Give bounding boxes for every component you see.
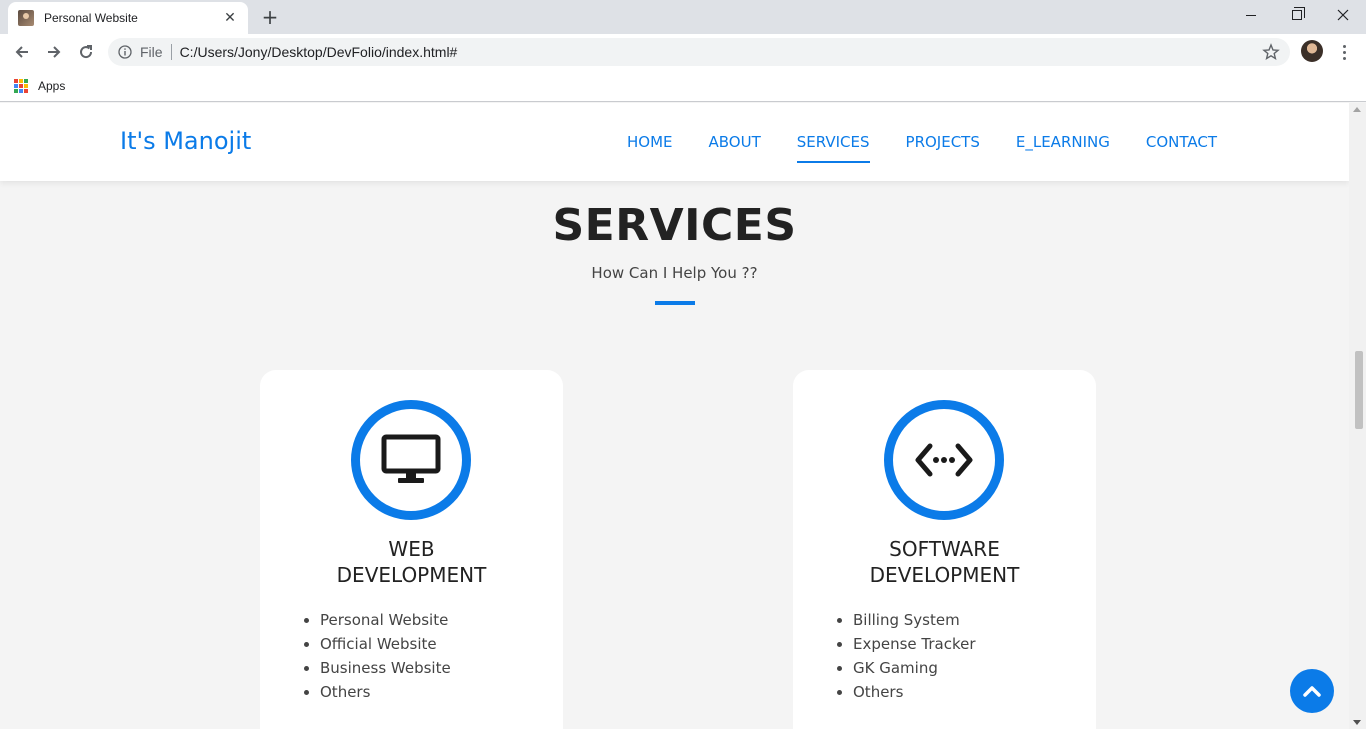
close-icon bbox=[1337, 9, 1349, 21]
list-item: Others bbox=[835, 680, 976, 704]
forward-button[interactable] bbox=[40, 38, 68, 66]
card-title-line2: DEVELOPMENT bbox=[869, 563, 1020, 587]
nav-projects[interactable]: PROJECTS bbox=[906, 133, 980, 157]
profile-avatar[interactable] bbox=[1301, 40, 1323, 62]
monitor-icon bbox=[381, 434, 441, 483]
info-icon[interactable] bbox=[118, 45, 132, 59]
site-header: It's Manojit HOME ABOUT SERVICES PROJECT… bbox=[0, 103, 1349, 181]
site-brand[interactable]: It's Manojit bbox=[120, 127, 251, 155]
service-card-web-development: WEB DEVELOPMENT Personal Website Officia… bbox=[260, 370, 563, 729]
nav-about[interactable]: ABOUT bbox=[709, 133, 761, 157]
reload-icon bbox=[80, 45, 93, 59]
bookmark-star-icon[interactable] bbox=[1262, 43, 1280, 61]
card-title-line2: DEVELOPMENT bbox=[336, 563, 487, 587]
window-close-button[interactable] bbox=[1320, 0, 1366, 30]
page-viewport: It's Manojit HOME ABOUT SERVICES PROJECT… bbox=[0, 103, 1349, 729]
omnibox-divider bbox=[170, 44, 172, 60]
nav-e-learning[interactable]: E_LEARNING bbox=[1016, 133, 1110, 157]
service-list: Billing System Expense Tracker GK Gaming… bbox=[835, 608, 976, 704]
list-item: Expense Tracker bbox=[835, 632, 976, 656]
list-item: Official Website bbox=[302, 632, 451, 656]
browser-toolbar: File C:/Users/Jony/Desktop/DevFolio/inde… bbox=[0, 34, 1366, 70]
list-item: Business Website bbox=[302, 656, 451, 680]
nav-contact[interactable]: CONTACT bbox=[1146, 133, 1217, 157]
tab-close-icon[interactable]: ✕ bbox=[222, 10, 238, 26]
arrow-right-icon bbox=[48, 46, 61, 58]
url-text[interactable]: C:/Users/Jony/Desktop/DevFolio/index.htm… bbox=[180, 44, 458, 60]
chevron-up-icon bbox=[1303, 686, 1321, 697]
browser-tab[interactable]: Personal Website ✕ bbox=[8, 2, 248, 34]
list-item: Personal Website bbox=[302, 608, 451, 632]
dot bbox=[1342, 56, 1346, 60]
card-icon-circle bbox=[884, 400, 1004, 520]
apps-bookmark[interactable]: Apps bbox=[38, 79, 65, 93]
scroll-up-arrow-icon[interactable] bbox=[1353, 107, 1361, 112]
browser-menu-button[interactable] bbox=[1336, 40, 1352, 64]
address-bar[interactable]: File C:/Users/Jony/Desktop/DevFolio/inde… bbox=[108, 38, 1290, 66]
list-item: GK Gaming bbox=[835, 656, 976, 680]
nav-home[interactable]: HOME bbox=[627, 133, 673, 157]
dot bbox=[1342, 44, 1346, 48]
section-subtitle: How Can I Help You ?? bbox=[591, 264, 758, 282]
site-favicon-icon bbox=[18, 10, 34, 26]
list-item: Billing System bbox=[835, 608, 976, 632]
restore-icon bbox=[1292, 7, 1305, 20]
scroll-down-arrow-icon[interactable] bbox=[1353, 720, 1361, 725]
scrollbar-thumb[interactable] bbox=[1355, 351, 1363, 429]
card-title: WEB DEVELOPMENT bbox=[260, 536, 563, 588]
main-nav: HOME ABOUT SERVICES PROJECTS E_LEARNING … bbox=[627, 133, 1217, 163]
new-tab-button[interactable]: + bbox=[256, 5, 284, 29]
reload-button[interactable] bbox=[72, 38, 100, 66]
tab-title: Personal Website bbox=[44, 11, 138, 25]
card-icon-circle bbox=[351, 400, 471, 520]
back-to-top-button[interactable] bbox=[1290, 669, 1334, 713]
card-title: SOFTWARE DEVELOPMENT bbox=[793, 536, 1096, 588]
nav-services[interactable]: SERVICES bbox=[796, 133, 870, 163]
card-title-line1: SOFTWARE bbox=[889, 537, 1000, 561]
section-title: SERVICES bbox=[552, 200, 797, 251]
minimize-icon bbox=[1246, 14, 1256, 16]
service-card-software-development: SOFTWARE DEVELOPMENT Billing System Expe… bbox=[793, 370, 1096, 729]
page-scrollbar[interactable] bbox=[1349, 103, 1366, 729]
card-title-line1: WEB bbox=[388, 537, 435, 561]
url-scheme-label: File bbox=[140, 44, 163, 60]
apps-grid-icon[interactable] bbox=[14, 78, 28, 93]
window-restore-button[interactable] bbox=[1274, 0, 1320, 30]
back-button[interactable] bbox=[8, 38, 36, 66]
arrow-left-icon bbox=[15, 46, 28, 58]
window-minimize-button[interactable] bbox=[1228, 0, 1274, 30]
bookmarks-bar: Apps bbox=[0, 70, 1366, 102]
section-divider bbox=[655, 301, 695, 305]
browser-tab-strip: Personal Website ✕ + bbox=[0, 0, 1366, 34]
code-icon bbox=[915, 443, 973, 477]
dot bbox=[1342, 50, 1346, 54]
list-item: Others bbox=[302, 680, 451, 704]
service-list: Personal Website Official Website Busine… bbox=[302, 608, 451, 704]
